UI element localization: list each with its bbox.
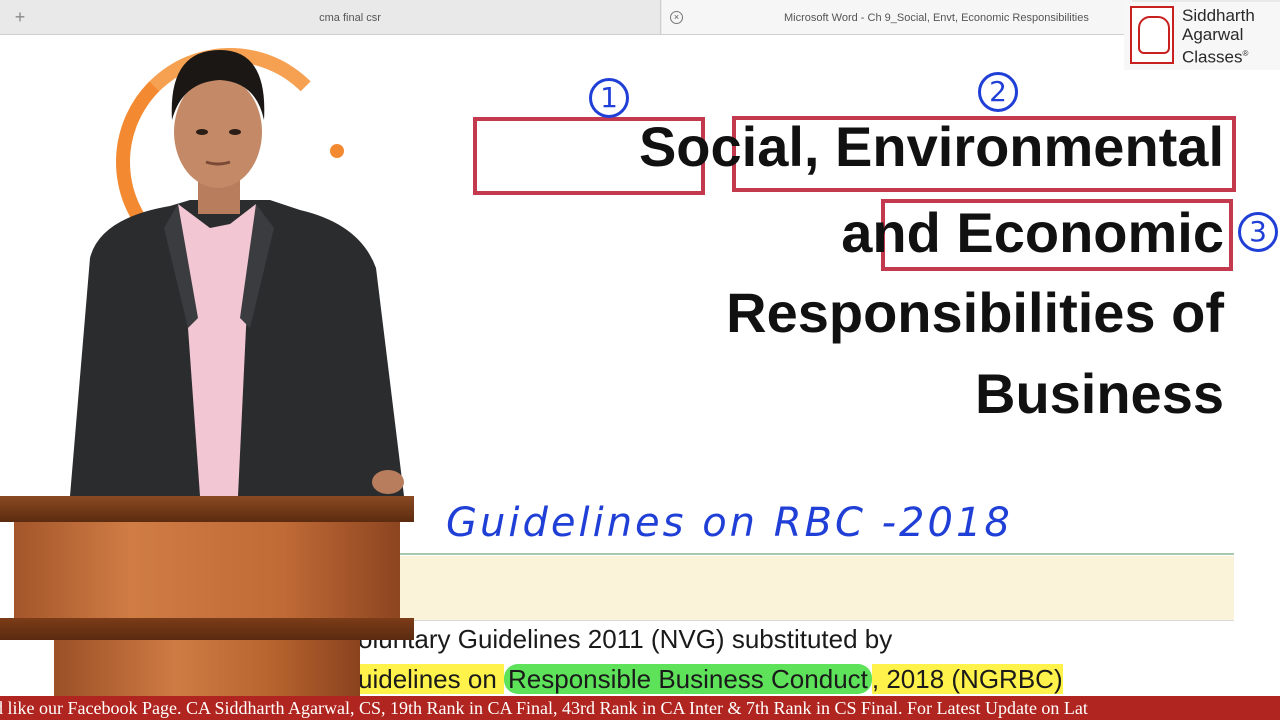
podium-body [14,522,400,618]
podium-stand [54,640,360,702]
podium-ledge [0,618,414,640]
table-header-shade [400,556,1234,621]
heading-line-1: Social, Environmental [638,115,1224,178]
body-text-line-1: oluntary Guidelines 2011 (NVG) substitut… [358,624,893,654]
presenter-figure [70,50,404,496]
podium-top [0,496,414,522]
tab-label: Microsoft Word - Ch 9_Social, Envt, Econ… [784,12,1089,24]
highlighted-phrase: Responsible Business Conduct [504,664,872,694]
new-tab-plus-icon[interactable]: + [8,7,32,27]
annotation-number-1: 1 [589,78,629,118]
news-ticker: d like our Facebook Page. CA Siddharth A… [0,696,1280,720]
tab-word-document[interactable]: × Microsoft Word - Ch 9_Social, Envt, Ec… [662,0,1132,34]
heading-line-4: Business [975,362,1224,425]
heading-line-2: and Economic [841,201,1224,264]
tab-label: cma final csr [319,12,381,24]
annotation-number-3: 3 [1238,212,1278,252]
annotation-number-2: 2 [978,72,1018,112]
divider [400,553,1234,555]
handwritten-note: Guidelines on RBC -2018 [446,500,1013,546]
body-text-line-2: uidelines on Responsible Business Conduc… [358,664,1063,694]
ticker-text: d like our Facebook Page. CA Siddharth A… [0,698,1088,718]
close-tab-icon[interactable]: × [670,11,683,24]
heading-line-3: Responsibilities of [726,281,1224,344]
